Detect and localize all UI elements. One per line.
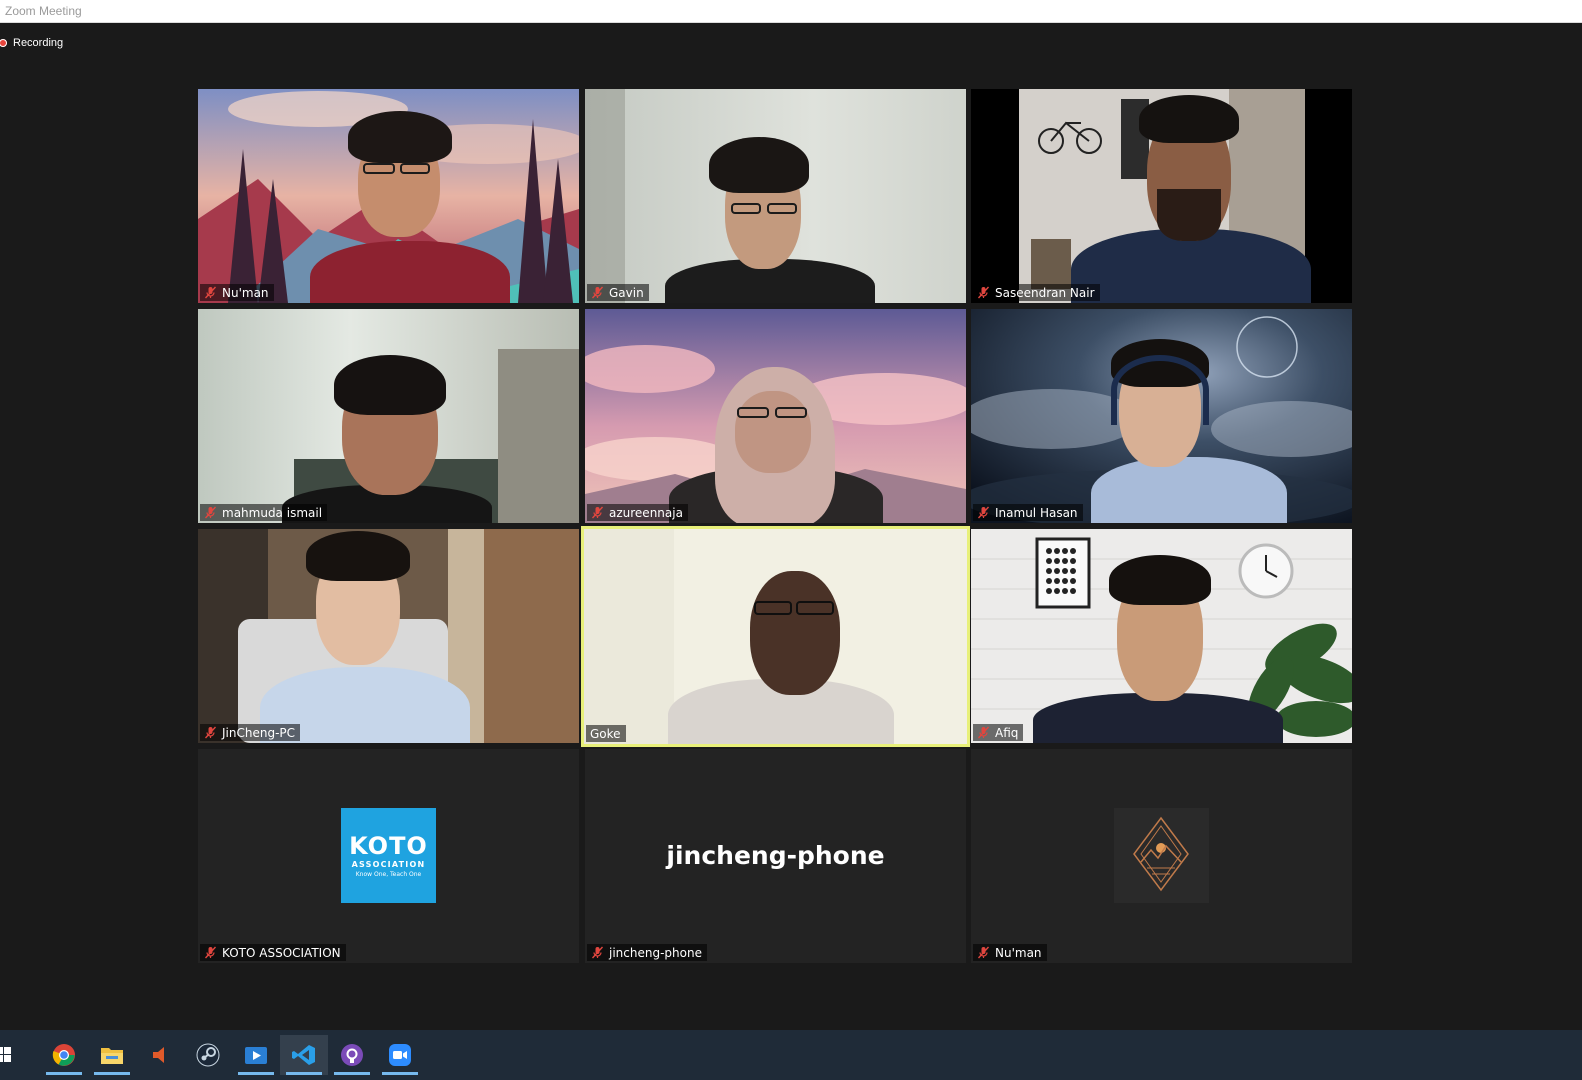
windows-taskbar <box>0 1030 1582 1080</box>
participant-name: jincheng-phone <box>609 945 702 960</box>
mic-muted-icon <box>977 946 990 959</box>
recording-label: Recording <box>13 37 64 49</box>
mic-muted-icon <box>977 506 990 519</box>
participant-name: azureennaja <box>609 505 683 520</box>
participant-name: Inamul Hasan <box>995 505 1078 520</box>
mic-muted-icon <box>204 286 217 299</box>
video-feed <box>971 529 1352 743</box>
taskbar-audio-app[interactable] <box>136 1035 184 1075</box>
participant-name: KOTO ASSOCIATION <box>222 945 341 960</box>
participant-tile[interactable]: Afiq <box>971 529 1352 743</box>
video-feed <box>198 529 579 743</box>
participant-nameplate: Nu'man <box>200 284 274 301</box>
mic-muted-icon <box>977 286 990 299</box>
window-title: Zoom Meeting <box>5 4 82 18</box>
participant-name: Goke <box>590 726 621 741</box>
video-feed <box>198 309 579 523</box>
running-indicator <box>382 1072 418 1075</box>
video-feed <box>198 89 579 303</box>
participant-display-name: jincheng-phone <box>666 841 885 870</box>
windows-start-icon <box>0 1047 11 1062</box>
mic-muted-icon <box>591 946 604 959</box>
participant-name: Nu'man <box>222 285 269 300</box>
running-indicator <box>286 1072 322 1075</box>
participant-tile[interactable]: Gavin <box>585 89 966 303</box>
taskbar-steam[interactable] <box>184 1035 232 1075</box>
participant-tile[interactable]: mahmuda ismail <box>198 309 579 523</box>
video-feed <box>971 89 1352 303</box>
file-explorer-icon <box>101 1048 123 1064</box>
participant-tile[interactable]: jincheng-phone jincheng-phone <box>585 749 966 963</box>
taskbar-file-explorer[interactable] <box>88 1035 136 1075</box>
chrome-icon <box>52 1044 75 1066</box>
participant-nameplate: azureennaja <box>587 504 688 521</box>
participant-name: Gavin <box>609 285 644 300</box>
recording-indicator[interactable]: Recording <box>0 35 63 51</box>
participant-nameplate: Afiq <box>973 724 1024 741</box>
participant-nameplate: Nu'man <box>973 944 1047 961</box>
koto-logo-tagline: Know One, Teach One <box>355 870 422 878</box>
mic-muted-icon <box>204 506 217 519</box>
video-feed <box>585 89 966 303</box>
participant-tile[interactable]: Inamul Hasan <box>971 309 1352 523</box>
mic-muted-icon <box>977 726 990 739</box>
taskbar-github-desktop[interactable] <box>328 1035 376 1075</box>
video-feed <box>971 309 1352 523</box>
koto-association-logo: KOTO ASSOCIATION Know One, Teach One <box>341 808 436 903</box>
participant-tile[interactable]: KOTO ASSOCIATION Know One, Teach One KOT… <box>198 749 579 963</box>
participant-name: Afiq <box>995 725 1019 740</box>
running-indicator <box>238 1072 274 1075</box>
participant-name: Saseendran Nair <box>995 285 1095 300</box>
github-desktop-icon <box>341 1044 363 1066</box>
media-player-icon <box>245 1047 267 1064</box>
taskbar-chrome[interactable] <box>40 1035 88 1075</box>
participant-tile[interactable]: Nu'man <box>971 749 1352 963</box>
participant-tile[interactable]: Saseendran Nair <box>971 89 1352 303</box>
participant-nameplate: Gavin <box>587 284 649 301</box>
participant-nameplate: jincheng-phone <box>587 944 707 961</box>
participant-nameplate: KOTO ASSOCIATION <box>200 944 346 961</box>
running-indicator <box>46 1072 82 1075</box>
participant-nameplate: mahmuda ismail <box>200 504 328 521</box>
zoom-icon <box>389 1044 411 1066</box>
vscode-icon <box>292 1045 315 1065</box>
participant-tile[interactable]: JinCheng-PC <box>198 529 579 743</box>
participant-nameplate: Goke <box>586 725 626 742</box>
taskbar-vscode[interactable] <box>280 1035 328 1075</box>
recording-dot-icon <box>0 39 7 47</box>
participant-nameplate: Saseendran Nair <box>973 284 1100 301</box>
mountain-emblem-avatar <box>1114 808 1209 903</box>
participant-name: mahmuda ismail <box>222 505 323 520</box>
participant-nameplate: Inamul Hasan <box>973 504 1083 521</box>
window-titlebar[interactable]: Zoom Meeting <box>0 0 1582 23</box>
koto-logo-subtitle: ASSOCIATION <box>351 859 426 869</box>
video-feed <box>584 529 967 744</box>
participant-tile-active-speaker[interactable]: Goke <box>581 526 970 747</box>
participant-tile[interactable]: Nu'man <box>198 89 579 303</box>
start-button[interactable] <box>0 1035 32 1075</box>
mic-muted-icon <box>204 726 217 739</box>
audio-app-icon <box>153 1047 164 1063</box>
taskbar-media-player[interactable] <box>232 1035 280 1075</box>
steam-icon <box>196 1043 220 1067</box>
participant-name: Nu'man <box>995 945 1042 960</box>
participant-tile[interactable]: azureennaja <box>585 309 966 523</box>
koto-logo-word: KOTO <box>349 831 428 860</box>
mic-muted-icon <box>204 946 217 959</box>
participant-name: JinCheng-PC <box>222 725 296 740</box>
mic-muted-icon <box>591 506 604 519</box>
taskbar-zoom[interactable] <box>376 1035 424 1075</box>
running-indicator <box>334 1072 370 1075</box>
mic-muted-icon <box>591 286 604 299</box>
running-indicator <box>94 1072 130 1075</box>
participant-nameplate: JinCheng-PC <box>200 724 301 741</box>
video-feed <box>585 309 966 523</box>
